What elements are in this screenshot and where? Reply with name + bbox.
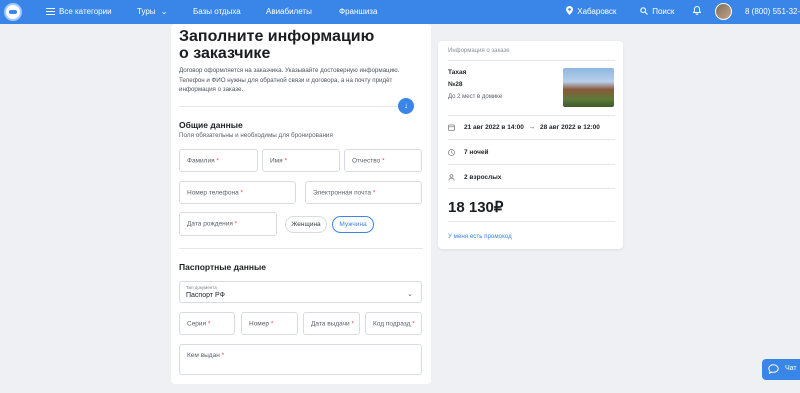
email-field[interactable]: Электронная почта * <box>305 181 422 204</box>
room-capacity: До 2 мест в домике <box>448 94 503 100</box>
divider <box>448 139 615 140</box>
divider <box>448 60 615 61</box>
general-data-heading: Общие данные <box>179 120 243 130</box>
divider <box>448 115 615 116</box>
passport-series-field[interactable]: Серия * <box>179 312 235 335</box>
document-type-value: Паспорт РФ <box>186 292 225 299</box>
patronymic-field[interactable]: Отчество * <box>344 149 422 172</box>
document-type-select[interactable]: Тип документа Паспорт РФ ⌄ <box>179 281 422 303</box>
user-avatar[interactable] <box>715 3 732 20</box>
phone-field[interactable]: Номер телефона * <box>179 181 296 204</box>
phone-placeholder: Номер телефона * <box>187 189 244 196</box>
promo-code-link[interactable]: У меня есть промокод <box>448 233 512 240</box>
chevron-down-icon: ⌄ <box>407 291 413 298</box>
gender-female-option[interactable]: Женщина <box>285 216 327 233</box>
order-info-heading: Информация о заказе <box>448 48 510 54</box>
room-number: №28 <box>448 81 463 88</box>
surname-placeholder: Фамилия * <box>187 157 219 164</box>
person-icon <box>448 174 455 181</box>
form-description: Договор оформляется на заказчика. Указыв… <box>179 67 400 93</box>
all-categories-link[interactable]: Все категории <box>59 0 112 24</box>
surname-field[interactable]: Фамилия * <box>179 149 258 172</box>
page-title: Заполните информацию о заказчике <box>179 28 375 62</box>
place-photo <box>563 68 614 107</box>
patronymic-placeholder: Отчество * <box>352 157 385 164</box>
menu-icon[interactable] <box>46 8 55 15</box>
phone-number-link[interactable]: 8 (800) 551-32-30 <box>745 0 800 24</box>
guests-count: 2 взрослых <box>464 174 502 181</box>
email-placeholder: Электронная почта * <box>313 189 376 196</box>
arrow-down-icon: ↓ <box>404 101 408 110</box>
divider <box>448 164 615 165</box>
birthdate-placeholder: Дата рождения * <box>187 220 238 228</box>
city-selector[interactable]: Хабаровск <box>566 0 616 24</box>
stay-dates: 21 авг 2022 в 14:00 → 28 авг 2022 в 12:0… <box>464 124 600 131</box>
birthdate-field[interactable]: Дата рождения * <box>179 212 277 236</box>
flights-link[interactable]: Авиабилеты <box>266 0 312 24</box>
chevron-down-icon: ⌄ <box>160 7 168 16</box>
search-label: Поиск <box>652 7 675 16</box>
calendar-icon <box>448 124 455 131</box>
chat-label: Чат <box>785 365 797 372</box>
total-price: 18 130₽ <box>448 199 504 216</box>
clock-icon <box>448 149 455 156</box>
division-code-field[interactable]: Код подразд * <box>365 312 422 335</box>
divider <box>448 221 615 222</box>
number-placeholder: Номер * <box>249 320 274 327</box>
top-navigation-bar: Все категории Туры ⌄ Базы отдыха Авиабил… <box>0 0 800 24</box>
chat-button[interactable]: Чат <box>762 359 800 380</box>
search-button[interactable]: Поиск <box>640 0 674 24</box>
tours-label: Туры <box>137 7 156 16</box>
issued-by-field[interactable]: Кем выдан * <box>179 344 422 375</box>
city-label: Хабаровск <box>577 7 617 16</box>
resorts-link[interactable]: Базы отдыха <box>193 0 241 24</box>
site-logo[interactable] <box>4 3 22 21</box>
name-placeholder: Имя * <box>270 157 288 164</box>
section-divider <box>179 248 423 249</box>
nights-count: 7 ночей <box>464 149 489 156</box>
passport-heading: Паспортные данные <box>179 262 266 272</box>
place-name: Тахая <box>448 69 467 76</box>
issue-date-field[interactable]: Дата выдачи * <box>303 312 360 335</box>
passport-number-field[interactable]: Номер * <box>241 312 298 335</box>
issued-by-placeholder: Кем выдан * <box>187 352 225 359</box>
name-field[interactable]: Имя * <box>262 149 340 172</box>
tours-dropdown[interactable]: Туры ⌄ <box>137 0 167 24</box>
divider <box>179 106 399 107</box>
location-pin-icon <box>566 6 575 16</box>
document-type-label: Тип документа <box>186 285 217 290</box>
scroll-down-button[interactable]: ↓ <box>398 98 414 114</box>
search-icon <box>640 7 650 16</box>
gender-male-option[interactable]: Мужчина <box>332 216 374 233</box>
series-placeholder: Серия * <box>187 320 211 327</box>
divider <box>448 188 615 189</box>
customer-form-card: Заполните информацию о заказчике Договор… <box>171 24 431 384</box>
order-info-card: Информация о заказе Тахая №28 До 2 мест … <box>438 41 623 249</box>
division-code-placeholder: Код подразд * <box>373 320 415 327</box>
general-data-subheading: Поля обязательны и необходимы для бронир… <box>179 132 333 139</box>
chat-bubble-icon <box>768 364 779 374</box>
notifications-bell-icon[interactable] <box>693 0 701 24</box>
issue-date-placeholder: Дата выдачи * <box>311 320 354 327</box>
franchise-link[interactable]: Франшиза <box>339 0 377 24</box>
